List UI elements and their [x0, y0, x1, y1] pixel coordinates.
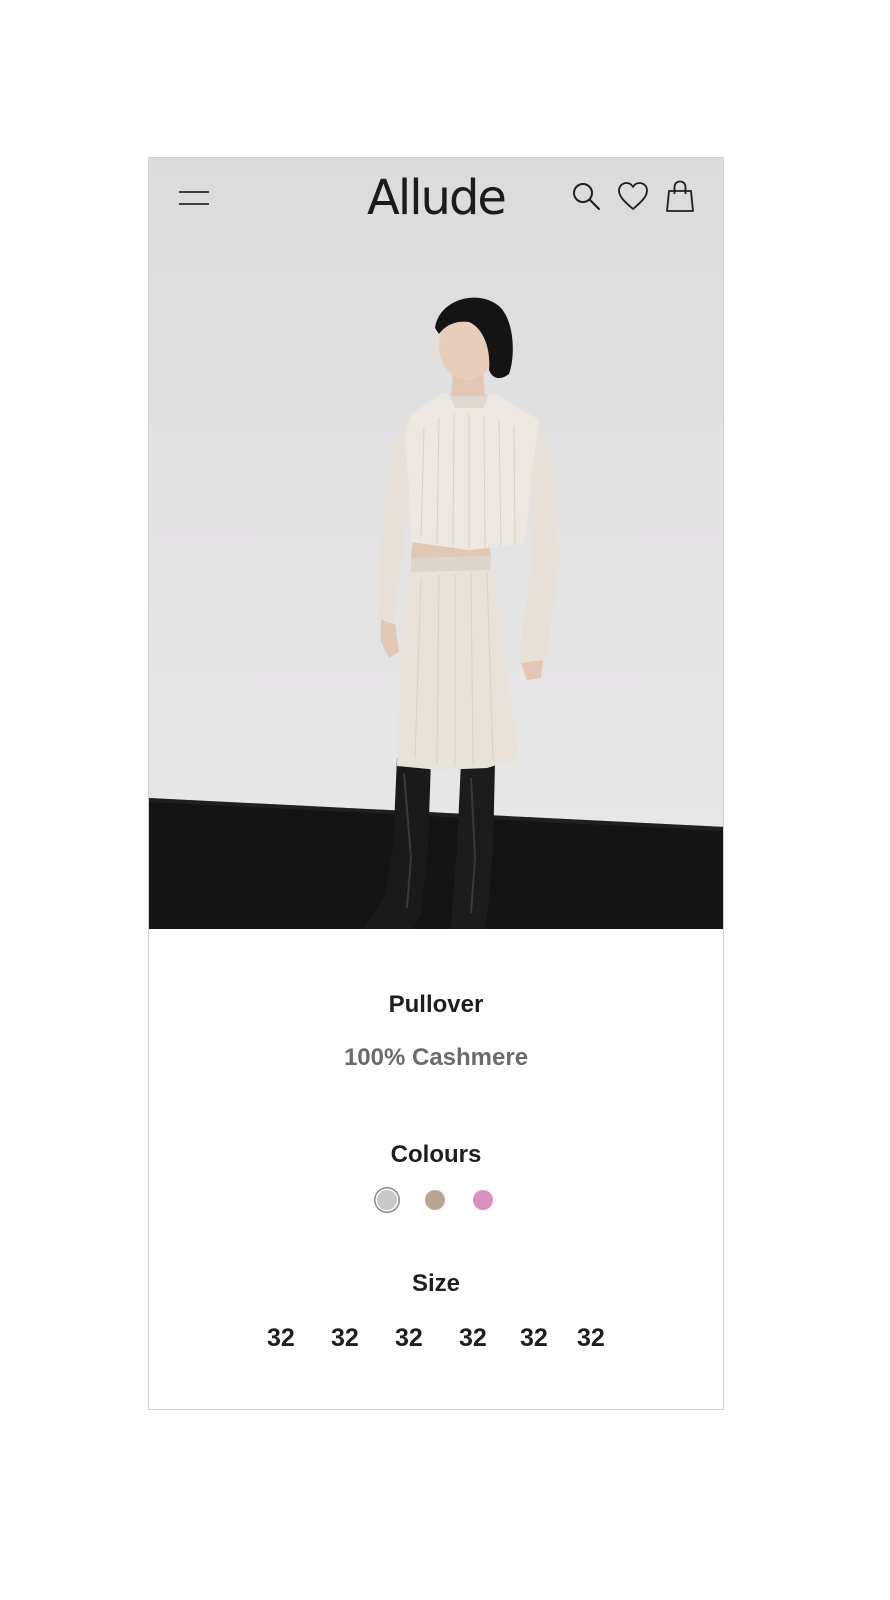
colour-swatch[interactable]: [377, 1190, 397, 1210]
size-option[interactable]: 32: [459, 1324, 487, 1353]
product-screen: Allude Pullover 100% Cashmere Colours Si…: [148, 157, 724, 1410]
model-image: [149, 297, 723, 929]
heart-icon: [618, 182, 648, 210]
size-heading: Size: [411, 1270, 461, 1297]
wishlist-button[interactable]: [615, 178, 651, 214]
size-options: 32 32 32 32 32 32: [249, 1324, 625, 1356]
size-option[interactable]: 32: [577, 1324, 605, 1353]
size-option[interactable]: 32: [395, 1324, 423, 1353]
colours-heading: Colours: [390, 1141, 482, 1168]
product-name: Pullover: [388, 991, 484, 1018]
colour-swatch[interactable]: [425, 1190, 445, 1210]
app-header: Allude: [149, 158, 723, 238]
product-photo: Allude: [149, 158, 723, 929]
product-info: Pullover 100% Cashmere Colours Size 32 32…: [149, 929, 723, 1409]
shopping-bag-button[interactable]: [662, 178, 698, 214]
search-icon: [573, 183, 600, 210]
colour-swatch[interactable]: [473, 1190, 493, 1210]
size-option[interactable]: 32: [520, 1324, 548, 1353]
colour-swatches: [149, 1190, 723, 1214]
search-button[interactable]: [568, 178, 604, 214]
size-option[interactable]: 32: [267, 1324, 295, 1353]
size-option[interactable]: 32: [331, 1324, 359, 1353]
shopping-bag-icon: [666, 180, 694, 212]
product-material: 100% Cashmere: [343, 1044, 529, 1071]
